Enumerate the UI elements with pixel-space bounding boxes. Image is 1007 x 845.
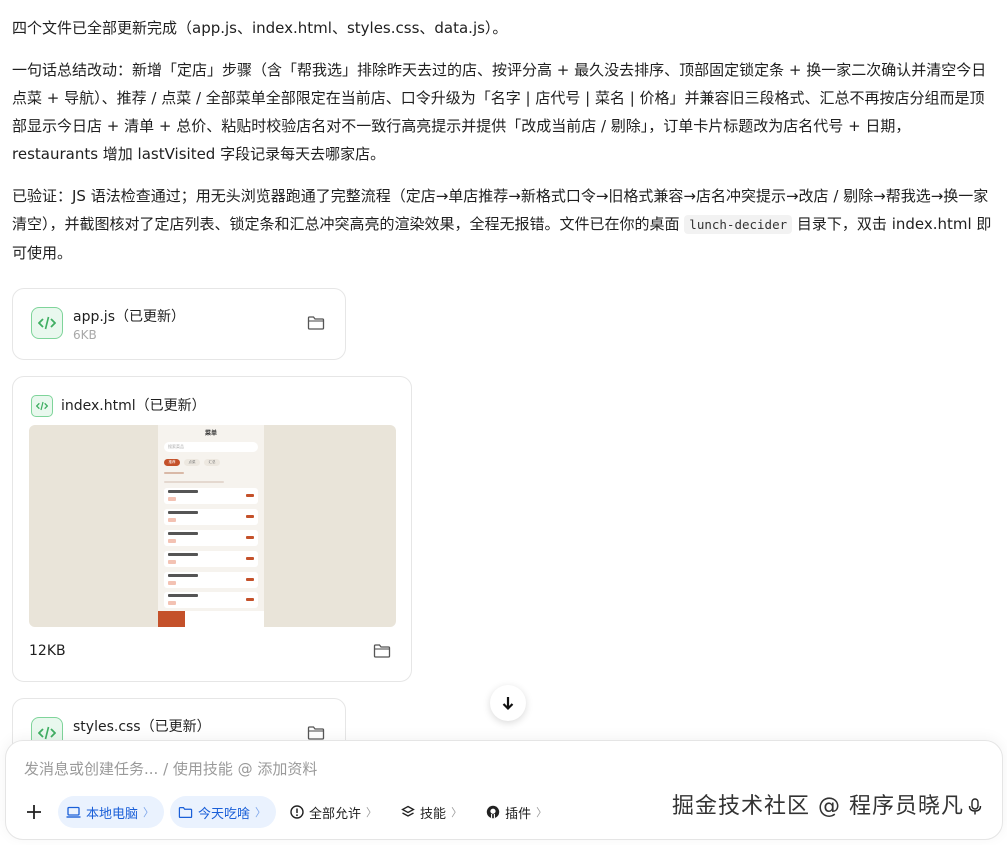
folder-icon[interactable] xyxy=(373,643,393,663)
plus-icon xyxy=(27,805,41,819)
scroll-to-bottom-button[interactable] xyxy=(490,685,526,721)
arrow-down-icon xyxy=(502,697,514,711)
phone-preview: 菜单 搜索菜品 推荐 点菜 汇总 xyxy=(158,425,264,627)
folder-icon xyxy=(178,806,193,818)
file-size: 6KB xyxy=(73,328,97,342)
preview-line xyxy=(164,481,224,483)
add-button[interactable] xyxy=(20,798,48,826)
html-preview-thumbnail[interactable]: 菜单 搜索菜品 推荐 点菜 汇总 xyxy=(29,425,396,627)
chevron-right-icon: 〉 xyxy=(451,806,463,819)
chip-label: 插件 xyxy=(505,806,532,822)
preview-tab: 推荐 xyxy=(164,459,180,466)
preview-tabs: 推荐 点菜 汇总 xyxy=(164,459,220,466)
inline-code: lunch-decider xyxy=(684,215,793,234)
chip-label: 本地电脑 xyxy=(86,806,139,822)
github-icon xyxy=(486,805,500,819)
chevron-right-icon: 〉 xyxy=(536,806,548,819)
watermark: 掘金技术社区 @ 程序员晓凡 xyxy=(672,794,964,819)
chip-project-folder[interactable]: 今天吃啥〉 xyxy=(170,796,277,828)
file-name: app.js（已更新） xyxy=(73,309,185,325)
preview-list-item xyxy=(164,509,258,525)
preview-tab: 汇总 xyxy=(204,459,220,466)
file-name: styles.css（已更新） xyxy=(73,719,211,735)
message-paragraph-3: 已验证：JS 语法检查通过；用无头浏览器跑通了完整流程（定店→单店推荐→新格式口… xyxy=(12,182,993,267)
file-card-index-html[interactable]: index.html（已更新） 菜单 搜索菜品 推荐 点菜 汇总 12KB xyxy=(12,376,412,682)
chevron-right-icon: 〉 xyxy=(143,806,155,819)
preview-list-item xyxy=(164,572,258,588)
preview-list-item xyxy=(164,488,258,504)
chip-label: 技能 xyxy=(420,806,447,822)
preview-list-item xyxy=(164,551,258,567)
message-paragraph-1: 四个文件已全部更新完成（app.js、index.html、styles.css… xyxy=(12,19,508,37)
composer-toolbar: 本地电脑〉 今天吃啥〉 全部允许〉 技能〉 插件〉 xyxy=(20,796,557,828)
alert-circle-icon xyxy=(290,805,304,819)
message-paragraph-2: 一句话总结改动：新增「定店」步骤（含「帮我选」排除昨天去过的店、按评分高 + 最… xyxy=(12,61,987,163)
layers-icon xyxy=(401,805,415,817)
chevron-right-icon: 〉 xyxy=(366,806,378,819)
preview-bottom-nav xyxy=(158,611,264,627)
message-input[interactable] xyxy=(24,757,924,781)
file-size: 12KB xyxy=(29,643,66,659)
file-card-app-js[interactable]: app.js（已更新） 6KB xyxy=(12,288,346,360)
code-file-icon xyxy=(31,395,53,417)
chip-permissions[interactable]: 全部允许〉 xyxy=(282,796,387,828)
code-file-icon xyxy=(31,307,63,339)
chip-plugins[interactable]: 插件〉 xyxy=(478,796,557,828)
preview-line xyxy=(164,472,184,474)
assistant-message: 四个文件已全部更新完成（app.js、index.html、styles.css… xyxy=(12,14,993,281)
chip-local-computer[interactable]: 本地电脑〉 xyxy=(58,796,165,828)
file-name: index.html（已更新） xyxy=(61,398,206,414)
preview-list-item xyxy=(164,592,258,608)
folder-icon[interactable] xyxy=(307,315,327,335)
chip-label: 今天吃啥 xyxy=(198,806,251,822)
mic-icon[interactable] xyxy=(967,798,983,816)
preview-search: 搜索菜品 xyxy=(164,442,258,452)
chip-label: 全部允许 xyxy=(309,806,362,822)
composer-right-actions xyxy=(967,798,983,816)
preview-tab: 点菜 xyxy=(184,459,200,466)
preview-title: 菜单 xyxy=(204,430,217,437)
laptop-icon xyxy=(66,806,81,818)
preview-list-item xyxy=(164,530,258,546)
chip-skills[interactable]: 技能〉 xyxy=(393,796,472,828)
chevron-right-icon: 〉 xyxy=(255,806,267,819)
